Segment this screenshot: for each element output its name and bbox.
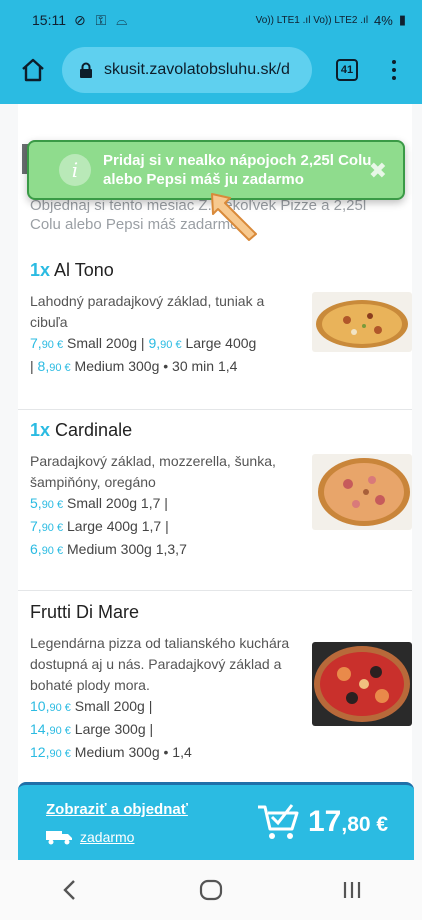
- order-total: 17,80 €: [308, 805, 389, 838]
- item-description: Paradajkový základ, mozzerella, šunka, š…: [30, 453, 276, 490]
- item-title: 1x Al Tono: [30, 260, 412, 281]
- address-url: skusit.zavolatobsluhu.sk/d: [104, 61, 290, 78]
- overflow-menu-button[interactable]: [384, 55, 404, 85]
- browser-chrome: 15:11 ⊘ ⚿ ⌓ Vo)) LTE1 .ıl Vo)) LTE2 .ıl …: [0, 0, 422, 104]
- delivery-text: zadarmo: [80, 829, 135, 845]
- menu-item-cardinale[interactable]: 1x Cardinale Paradajkový základ, mozzere…: [30, 420, 412, 562]
- pointer-arrow-icon: [211, 193, 257, 241]
- item-quantity: 1x: [30, 420, 51, 440]
- home-circle-icon: [199, 879, 223, 901]
- system-nav-bar: [0, 860, 422, 920]
- price: 6,90 €: [30, 541, 64, 557]
- menu-item-al-tono[interactable]: 1x Al Tono Lahodný paradajkový základ, t…: [30, 260, 412, 379]
- signal-icon: Vo)) LTE1 .ıl Vo)) LTE2 .ıl: [255, 14, 369, 26]
- status-time: 15:11: [32, 12, 66, 28]
- price-line: | 8,90 € Medium 300g • 30 min 1,4: [30, 358, 238, 374]
- price: 14,90 €: [30, 721, 71, 737]
- status-bar: 15:11 ⊘ ⚿ ⌓ Vo)) LTE1 .ıl Vo)) LTE2 .ıl …: [0, 0, 422, 40]
- item-title: Frutti Di Mare: [30, 602, 412, 623]
- delivery-truck-icon: [46, 831, 72, 845]
- item-quantity: 1x: [30, 260, 51, 280]
- price-line: 6,90 € Medium 300g 1,3,7: [30, 541, 187, 557]
- lock-icon: [80, 62, 92, 78]
- view-order-link[interactable]: Zobraziť a objednať: [46, 801, 188, 818]
- price-line: 12,90 € Medium 300g • 1,4: [30, 744, 192, 760]
- item-description: Lahodný paradajkový základ, tuniak a cib…: [30, 293, 265, 330]
- item-name: Frutti Di Mare: [30, 602, 140, 622]
- price: 7,90 €: [30, 518, 64, 534]
- item-name: Cardinale: [55, 420, 133, 440]
- price: 7,90 €: [30, 335, 64, 351]
- item-name: Al Tono: [54, 260, 114, 280]
- delivery-info: zadarmo: [46, 829, 134, 845]
- status-icons: ⊘ ⚿ ⌓: [74, 11, 131, 28]
- menu-item-frutti-di-mare[interactable]: Frutti Di Mare Legendárna pizza od talia…: [30, 602, 412, 765]
- pizza-image: [312, 454, 412, 530]
- battery-percentage: 4%: [374, 12, 393, 28]
- address-bar[interactable]: skusit.zavolatobsluhu.sk/d: [62, 47, 312, 93]
- tab-switcher-button[interactable]: 41: [336, 59, 358, 81]
- price: 10,90 €: [30, 698, 71, 714]
- pizza-image: [312, 642, 412, 726]
- menu-dot-icon: [392, 76, 396, 80]
- back-icon: [63, 880, 76, 900]
- menu-dot-icon: [392, 68, 396, 72]
- item-description: Legendárna pizza od talianského kuchára …: [30, 635, 290, 693]
- price: 5,90 €: [30, 495, 64, 511]
- status-right: Vo)) LTE1 .ıl Vo)) LTE2 .ıl 4% ▮: [256, 12, 406, 28]
- home-icon: [22, 58, 44, 82]
- url-bar-row: skusit.zavolatobsluhu.sk/d 41: [0, 44, 422, 96]
- back-button[interactable]: [50, 870, 90, 910]
- item-divider: [18, 409, 412, 410]
- item-title: 1x Cardinale: [30, 420, 412, 441]
- menu-dot-icon: [392, 60, 396, 64]
- pizza-image: [312, 292, 412, 352]
- info-icon: i: [59, 154, 91, 186]
- item-divider: [18, 590, 412, 591]
- home-button[interactable]: [18, 55, 48, 85]
- cart-icon: [258, 804, 299, 839]
- recents-icon: [343, 882, 360, 898]
- order-bar[interactable]: Zobraziť a objednať zadarmo 17,80 €: [18, 782, 414, 860]
- recents-button[interactable]: [332, 870, 372, 910]
- price: 12,90 €: [30, 744, 71, 760]
- price: 8,90 €: [37, 358, 71, 374]
- home-nav-button[interactable]: [191, 870, 231, 910]
- price: 9,90 €: [148, 335, 182, 351]
- close-icon[interactable]: ✖: [369, 158, 387, 184]
- battery-icon: ▮: [398, 12, 406, 27]
- toast-message: Pridaj si v nealko nápojoch 2,25l Colu a…: [103, 152, 372, 188]
